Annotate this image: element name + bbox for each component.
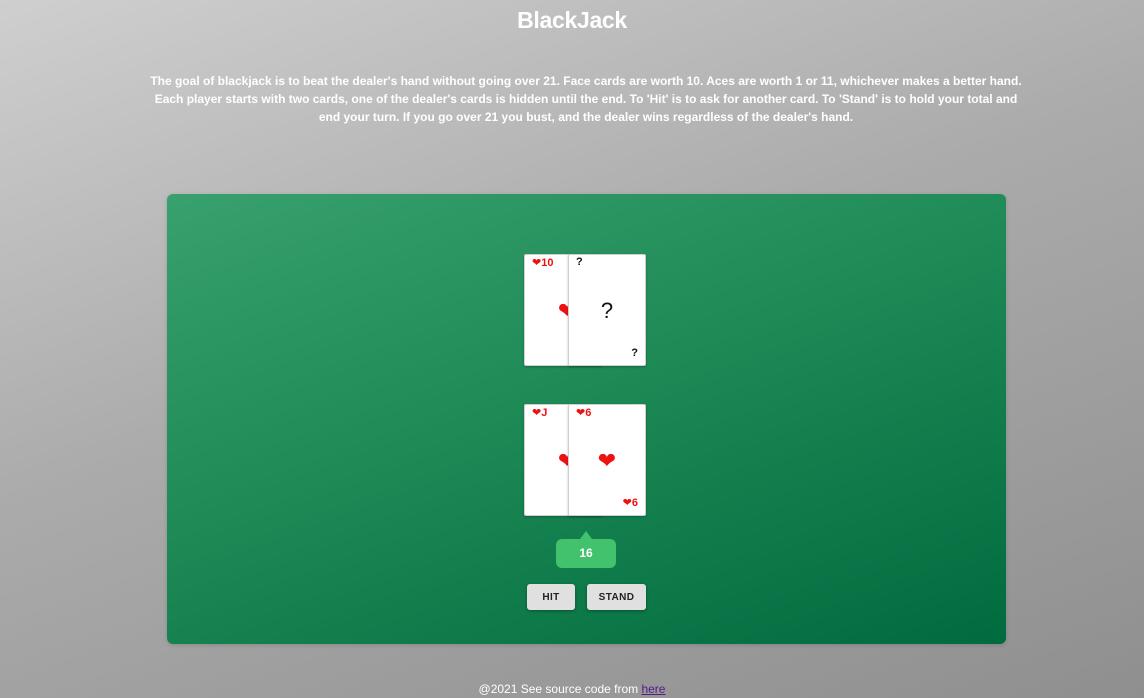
rules-text: The goal of blackjack is to beat the dea… (150, 74, 1022, 124)
hit-button[interactable]: HIT (527, 584, 575, 610)
card-corner: ❤6 (576, 407, 592, 419)
heart-icon: ❤ (597, 448, 617, 473)
source-code-link[interactable]: here (641, 682, 665, 696)
player-card-2: ❤6 ❤ ❤6 (568, 404, 646, 516)
footer-text: @2021 See source code from (478, 682, 642, 696)
question-mark-icon: ? (600, 298, 614, 323)
stand-button[interactable]: STAND (587, 584, 646, 610)
page-title: BlackJack (517, 7, 627, 33)
game-table: ❤10 ❤ ? ? ? ❤J ❤ ❤6 ❤ ❤6 16 HIT STAND (167, 194, 1006, 644)
card-corner-bottom: ❤6 (622, 497, 638, 509)
card-corner: ❤10 (532, 257, 554, 269)
dealer-card-hidden: ? ? ? (568, 254, 646, 366)
player-score-badge: 16 (556, 531, 616, 568)
card-corner: ? (576, 256, 583, 268)
card-corner: ❤J (532, 407, 548, 419)
card-corner-bottom: ? (631, 347, 638, 359)
footer: @2021 See source code from here (0, 682, 1144, 696)
